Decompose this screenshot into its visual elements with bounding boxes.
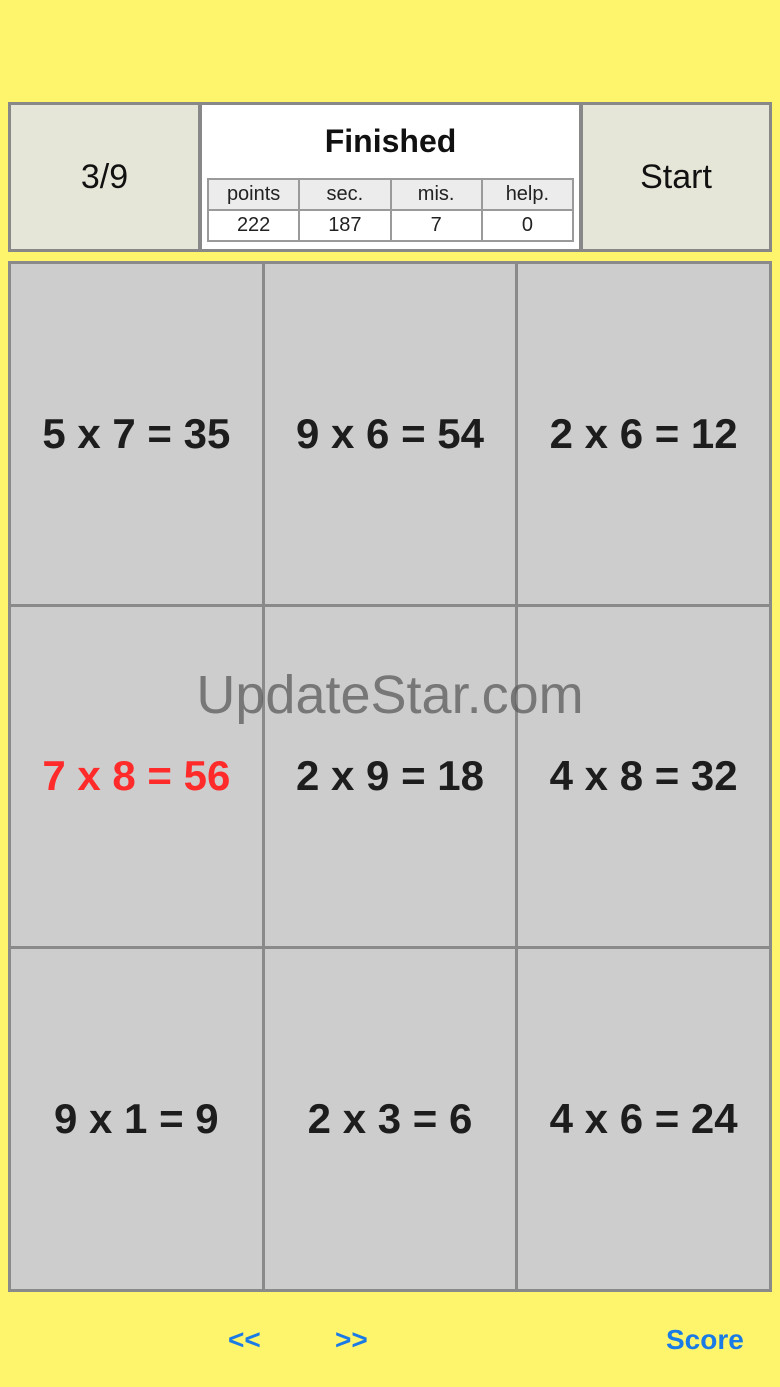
stats-header-points: points — [206, 178, 301, 211]
card-grid: 5 x 7 = 35 9 x 6 = 54 2 x 6 = 12 7 x 8 =… — [8, 261, 772, 1292]
status-title: Finished — [324, 123, 457, 159]
card-6[interactable]: 4 x 8 = 32 — [518, 606, 769, 947]
status-panel: Finished points sec. mis. help. 222 187 … — [202, 105, 579, 249]
start-button[interactable]: Start — [583, 105, 769, 249]
card-1[interactable]: 5 x 7 = 35 — [11, 264, 262, 604]
stats-value-row: 222 187 7 0 — [206, 209, 575, 242]
card-5[interactable]: 2 x 9 = 18 — [264, 606, 516, 947]
stats-header-row: points sec. mis. help. — [206, 178, 575, 211]
stats-header-seconds: sec. — [298, 178, 392, 211]
next-button[interactable]: >> — [335, 1322, 368, 1358]
card-8[interactable]: 2 x 3 = 6 — [264, 949, 516, 1289]
stats-value-mistakes: 7 — [389, 209, 483, 242]
card-2[interactable]: 9 x 6 = 54 — [264, 264, 516, 604]
stats-header-help: help. — [480, 178, 575, 211]
card-9[interactable]: 4 x 6 = 24 — [518, 949, 769, 1289]
stats-table: points sec. mis. help. 222 187 7 0 — [206, 178, 575, 242]
card-4[interactable]: 7 x 8 = 56 — [11, 606, 262, 947]
previous-button[interactable]: << — [228, 1322, 261, 1358]
stats-value-points: 222 — [206, 209, 301, 242]
stats-value-help: 0 — [480, 209, 575, 242]
progress-indicator: 3/9 — [11, 105, 198, 249]
card-3[interactable]: 2 x 6 = 12 — [518, 264, 769, 604]
stats-header-mistakes: mis. — [389, 178, 483, 211]
stats-value-seconds: 187 — [298, 209, 392, 242]
card-7[interactable]: 9 x 1 = 9 — [11, 949, 262, 1289]
progress-label: 3/9 — [80, 157, 129, 196]
start-button-label: Start — [640, 157, 712, 196]
score-button[interactable]: Score — [666, 1322, 744, 1358]
header-bar: 3/9 Finished points sec. mis. help. 222 … — [8, 102, 772, 252]
